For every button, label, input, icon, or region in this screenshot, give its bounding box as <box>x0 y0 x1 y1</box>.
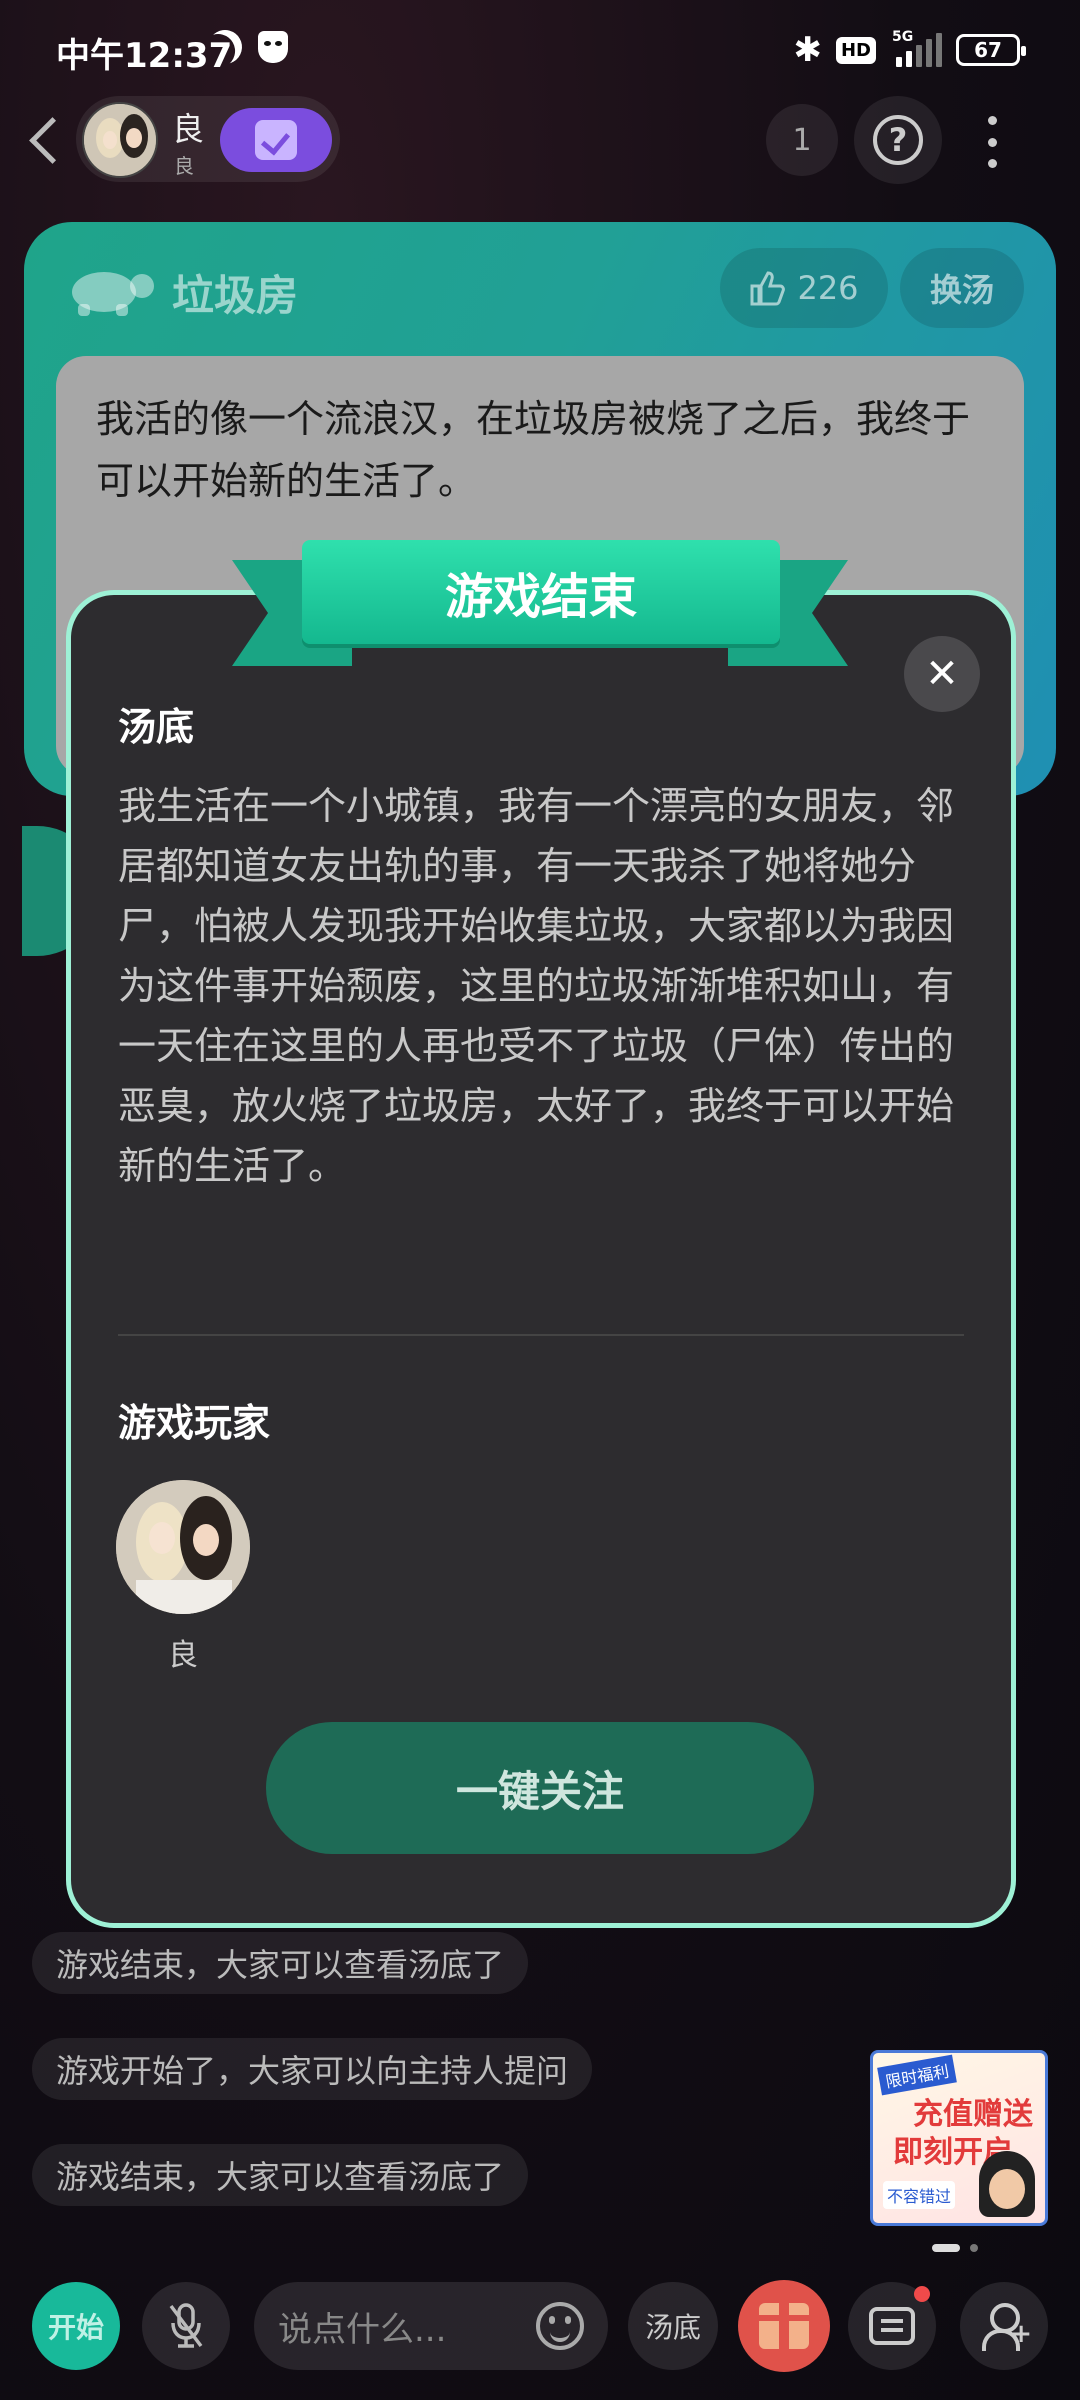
like-count: 226 <box>797 269 859 307</box>
player-name: 良 <box>168 1638 198 1673</box>
follow-all-button[interactable]: 一键关注 <box>266 1722 814 1854</box>
room-sub: 良 <box>174 154 194 178</box>
ad-pager <box>932 2244 978 2252</box>
add-friend-button[interactable]: + <box>960 2282 1048 2370</box>
bluetooth-icon: ✱ <box>793 30 822 70</box>
like-button[interactable]: 226 <box>720 248 888 328</box>
room-avatar[interactable] <box>82 102 158 178</box>
moon-icon <box>202 24 248 70</box>
chat-message: 游戏开始了，大家可以向主持人提问 <box>32 2038 593 2100</box>
turtle-icon <box>72 272 154 316</box>
ad-character <box>979 2151 1035 2217</box>
notification-dot <box>914 2286 930 2302</box>
signal-icon: 5G <box>890 29 942 67</box>
online-count[interactable]: 1 <box>766 104 838 176</box>
question-icon: ? <box>873 115 923 165</box>
help-button[interactable]: ? <box>854 96 942 184</box>
answer-title: 汤底 <box>118 705 195 749</box>
chat-input[interactable]: 说点什么... <box>254 2282 608 2370</box>
room-name: 良 <box>172 110 205 148</box>
mask-icon <box>258 31 288 63</box>
player-avatar[interactable] <box>116 1480 250 1614</box>
chat-input-placeholder: 说点什么... <box>278 2309 447 2350</box>
ad-tag-2: 不容错过 <box>883 2181 956 2209</box>
mic-off-icon <box>169 2303 203 2348</box>
emoji-icon[interactable] <box>536 2302 584 2350</box>
checkin-icon <box>255 120 297 160</box>
divider <box>118 1334 964 1336</box>
promo-ad[interactable]: 限时福利 充值赠送 即刻开启 不容错过 <box>870 2050 1048 2226</box>
soup-title: 垃圾房 <box>172 271 299 320</box>
start-button[interactable]: 开始 <box>32 2282 120 2370</box>
chat-message: 游戏结束，大家可以查看汤底了 <box>32 1932 529 1994</box>
add-user-icon: + <box>982 2303 1032 2351</box>
battery-icon: 67 <box>956 34 1026 66</box>
status-left-icons <box>208 30 288 64</box>
status-right-icons: ✱ HD 5G 67 <box>793 29 1026 70</box>
more-menu-button[interactable] <box>972 112 1012 172</box>
hd-badge: HD <box>835 36 876 64</box>
network-type: 5G <box>892 29 914 45</box>
thumbs-up-icon <box>750 271 786 306</box>
close-button[interactable]: ✕ <box>904 636 980 712</box>
players-title: 游戏玩家 <box>118 1401 271 1445</box>
answer-text: 我生活在一个小城镇，我有一个漂亮的女朋友，邻居都知道女友出轨的事，有一天我杀了她… <box>118 784 955 1188</box>
game-over-banner: 游戏结束 <box>302 540 780 644</box>
back-button[interactable] <box>24 112 64 168</box>
swap-soup-button[interactable]: 换汤 <box>900 248 1024 328</box>
mic-toggle-button[interactable] <box>142 2282 230 2370</box>
soup-question: 我活的像一个流浪汉，在垃圾房被烧了之后，我终于可以开始新的生活了。 <box>96 397 971 503</box>
soup-answer-button[interactable]: 汤底 <box>628 2282 718 2370</box>
gift-button[interactable] <box>738 2280 830 2372</box>
status-time: 中午12:37 <box>56 36 233 76</box>
chat-message: 游戏结束，大家可以查看汤底了 <box>32 2144 529 2206</box>
message-icon <box>869 2307 915 2345</box>
checkin-button[interactable] <box>220 108 332 172</box>
gift-icon <box>759 2303 809 2349</box>
